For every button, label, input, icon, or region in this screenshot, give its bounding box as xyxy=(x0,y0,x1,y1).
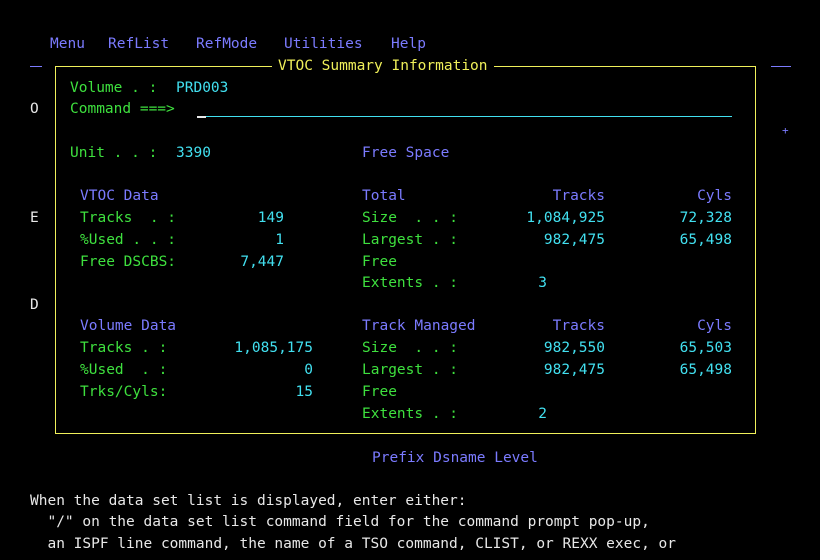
menu-separator-left xyxy=(30,66,42,67)
volume-data-heading: Volume Data xyxy=(80,318,177,334)
track-managed-extents-value: 2 xyxy=(538,406,547,422)
total-size-tracks: 1,084,925 xyxy=(526,210,605,226)
total-largest-label: Largest . : xyxy=(362,232,459,248)
track-managed-largest-tracks: 982,475 xyxy=(543,362,605,378)
prefix-dsname-level-heading: Prefix Dsname Level xyxy=(372,450,538,466)
volume-trks-cyls-label: Trks/Cyls: xyxy=(80,384,168,400)
track-managed-free-label: Free xyxy=(362,384,397,400)
help-line-1: When the data set list is displayed, ent… xyxy=(30,493,467,509)
track-managed-largest-label: Largest . : xyxy=(362,362,459,378)
unit-value: 3390 xyxy=(176,145,211,161)
vtoc-data-heading: VTOC Data xyxy=(80,188,159,204)
text-cursor xyxy=(197,116,206,118)
total-largest-tracks: 982,475 xyxy=(543,232,605,248)
total-extents-value: 3 xyxy=(538,275,547,291)
track-managed-size-label: Size . . : xyxy=(362,340,459,356)
popup-title: VTOC Summary Information xyxy=(272,57,494,75)
track-managed-extents-label: Extents . : xyxy=(362,406,459,422)
total-heading: Total xyxy=(362,188,406,204)
menu-item-utilities[interactable]: Utilities xyxy=(284,35,363,53)
menu-item-refmode[interactable]: RefMode xyxy=(196,35,257,53)
track-managed-cyls-column-header: Cyls xyxy=(697,318,732,334)
vtoc-free-dscbs-label: Free DSCBS: xyxy=(80,254,177,270)
volume-value: PRD003 xyxy=(176,80,229,96)
track-managed-largest-cyls: 65,498 xyxy=(679,362,732,378)
total-largest-cyls: 65,498 xyxy=(679,232,732,248)
vtoc-tracks-label: Tracks . : xyxy=(80,210,177,226)
menu-item-reflist[interactable]: RefList xyxy=(108,35,169,53)
volume-label: Volume . : xyxy=(70,80,158,96)
volume-tracks-value: 1,085,175 xyxy=(234,340,313,356)
total-size-label: Size . . : xyxy=(362,210,459,226)
volume-tracks-label: Tracks . : xyxy=(80,340,168,356)
scroll-indicator: + xyxy=(782,124,789,137)
volume-trks-cyls-value: 15 xyxy=(295,384,313,400)
menu-item-help[interactable]: Help xyxy=(391,35,426,53)
track-managed-size-cyls: 65,503 xyxy=(679,340,732,356)
help-line-3: an ISPF line command, the name of a TSO … xyxy=(30,536,677,552)
unit-label: Unit . . : xyxy=(70,145,158,161)
menu-separator-right xyxy=(771,66,791,67)
command-input-underline xyxy=(197,116,732,117)
command-label: Command ===> xyxy=(70,101,175,117)
total-cyls-column-header: Cyls xyxy=(697,188,732,204)
vtoc-tracks-value: 149 xyxy=(257,210,284,226)
vtoc-free-dscbs-value: 7,447 xyxy=(240,254,284,270)
background-letter-o: O xyxy=(30,101,39,117)
menu-item-menu[interactable]: Menu xyxy=(50,35,85,53)
background-letter-d: D xyxy=(30,297,39,313)
track-managed-size-tracks: 982,550 xyxy=(543,340,605,356)
vtoc-used-value: 1 xyxy=(275,232,284,248)
total-tracks-column-header: Tracks xyxy=(552,188,605,204)
total-size-cyls: 72,328 xyxy=(679,210,732,226)
total-extents-label: Extents . : xyxy=(362,275,459,291)
background-letter-e: E xyxy=(30,210,39,226)
volume-used-label: %Used . : xyxy=(80,362,168,378)
total-free-label: Free xyxy=(362,254,397,270)
track-managed-tracks-column-header: Tracks xyxy=(552,318,605,334)
free-space-heading: Free Space xyxy=(362,145,450,161)
help-line-2: "/" on the data set list command field f… xyxy=(30,514,650,530)
track-managed-heading: Track Managed xyxy=(362,318,476,334)
volume-used-value: 0 xyxy=(304,362,313,378)
vtoc-used-label: %Used . . : xyxy=(80,232,177,248)
